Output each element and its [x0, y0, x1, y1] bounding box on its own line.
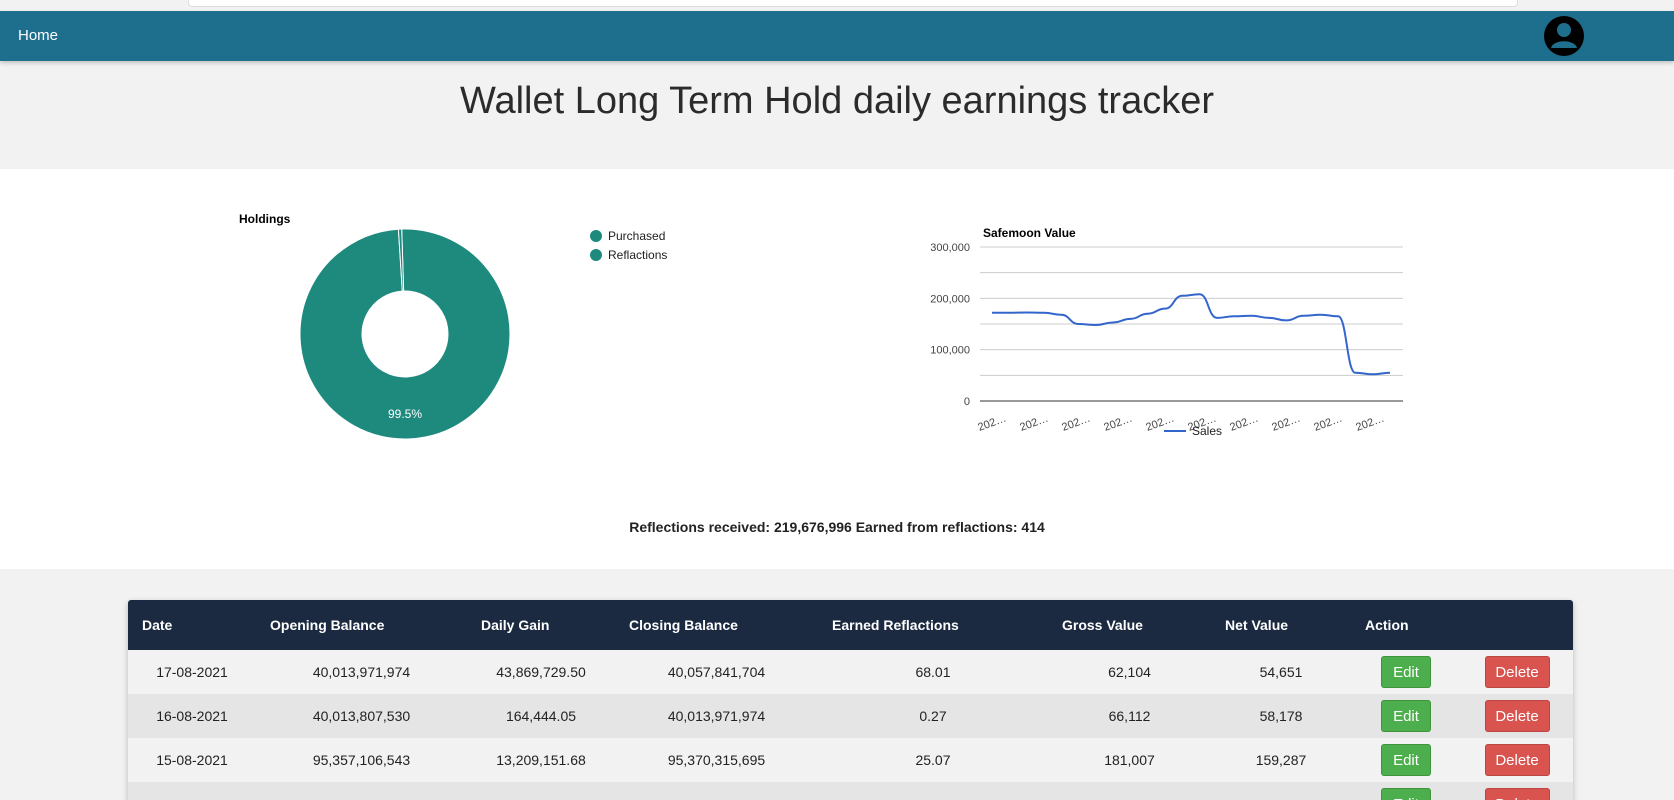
cell-opening-balance: 95,357,106,543 [312, 752, 411, 768]
col-gross-value: Gross Value [1062, 617, 1143, 633]
legend-label: Purchased [608, 228, 666, 243]
cell-date: 16-08-2021 [156, 708, 228, 724]
cell-date: 15-08-2021 [156, 752, 228, 768]
cell-earned-reflactions: 0.27 [919, 708, 947, 724]
cell-edit: Edit [1351, 650, 1461, 694]
cell-closing-balance: 40,013,971,974 [667, 708, 766, 724]
x-tick-label: 202… [1102, 413, 1134, 434]
cell-opening-balance: 40,013,971,974 [312, 664, 411, 680]
legend-label: Reflactions [608, 247, 668, 262]
cell-gross-value: 181,007 [1104, 752, 1155, 768]
cell-earned-reflactions: 25.07 [915, 752, 951, 768]
edit-button[interactable]: Edit [1381, 744, 1431, 776]
cell-edit: Edit [1351, 694, 1461, 738]
nav-home-link[interactable]: Home [18, 11, 58, 61]
cell-earned-reflactions: 68.01 [915, 664, 951, 680]
table-header-row: Date Opening Balance Daily Gain Closing … [128, 600, 1573, 650]
holdings-legend: Purchased Reflactions [590, 226, 667, 264]
delete-button[interactable]: Delete [1484, 788, 1550, 800]
delete-button[interactable]: Delete [1484, 700, 1550, 732]
cell-opening-balance: 40,013,807,530 [312, 708, 411, 724]
delete-button[interactable]: Delete [1484, 656, 1550, 688]
title-section: Wallet Long Term Hold daily earnings tra… [0, 61, 1674, 169]
cell-gross-value: 66,112 [1108, 708, 1151, 724]
cell-net-value: 159,287 [1255, 752, 1307, 768]
cell-net-value: 58,178 [1259, 708, 1303, 724]
holdings-chart-title: Holdings [239, 212, 291, 226]
table-row: 17-08-2021 40,013,971,974 43,869,729.50 … [128, 650, 1573, 694]
cell-edit: Edit [1351, 738, 1461, 782]
col-closing-balance: Closing Balance [629, 617, 738, 633]
table-row: 16-08-2021 40,013,807,530 164,444.05 40,… [128, 694, 1573, 738]
table-row: 15-08-2021 95,357,106,543 13,209,151.68 … [128, 738, 1573, 782]
value-chart-title: Safemoon Value [983, 226, 1076, 240]
col-opening-balance: Opening Balance [270, 617, 385, 633]
cell-closing-balance: 40,057,841,704 [667, 664, 766, 680]
col-earned-reflactions: Earned Reflactions [832, 617, 959, 633]
y-tick-label: 200,000 [930, 293, 970, 305]
reflections-summary: Reflections received: 219,676,996 Earned… [629, 519, 1045, 535]
series-line-sales[interactable] [992, 293, 1391, 376]
edit-button[interactable]: Edit [1381, 788, 1431, 800]
holdings-donut-chart: 99.5% [299, 228, 511, 440]
edit-button[interactable]: Edit [1381, 656, 1431, 688]
legend-dot [590, 248, 602, 261]
legend-dot [590, 229, 602, 242]
col-delete [1461, 600, 1573, 650]
cell-edit: Edit [1351, 782, 1461, 800]
cell-daily-gain: 13,209,151.68 [496, 752, 586, 768]
cell-daily-gain: 164,444.05 [505, 708, 577, 724]
cell-daily-gain: 43,869,729.50 [496, 664, 586, 680]
x-tick-label: 202… [1312, 413, 1344, 434]
x-tick-label: 202… [976, 413, 1008, 434]
donut-slice-label: 99.5% [388, 407, 422, 421]
x-tick-label: 202… [1270, 413, 1302, 434]
table-row-partial: Edit Delete [128, 782, 1573, 800]
value-line-chart: 300,000 200,000 100,000 0 202… 202… 202… 202… 20… [930, 242, 1403, 438]
col-action: Action [1365, 617, 1409, 633]
x-tick-label: 202… [1228, 413, 1260, 434]
browser-strip [0, 0, 1674, 11]
delete-button[interactable]: Delete [1484, 744, 1550, 776]
legend-item-reflactions[interactable]: Reflactions [590, 245, 667, 264]
address-bar[interactable] [188, 0, 1518, 7]
cell-delete: Delete [1461, 738, 1573, 782]
navbar: Home [0, 11, 1674, 61]
y-tick-label: 300,000 [930, 242, 970, 254]
cell-net-value: 54,651 [1259, 664, 1303, 680]
y-tick-label: 0 [964, 396, 970, 408]
cell-delete: Delete [1461, 650, 1573, 694]
charts-panel: Holdings 99.5% Purchased Reflactions Saf… [0, 169, 1674, 569]
edit-button[interactable]: Edit [1381, 700, 1431, 732]
x-tick-label: 202… [1018, 413, 1050, 434]
legend-label-sales: Sales [1192, 424, 1222, 438]
cell-date: 17-08-2021 [156, 664, 228, 680]
x-tick-label: 202… [1060, 413, 1092, 434]
col-date: Date [142, 617, 173, 633]
account-icon[interactable] [1543, 15, 1585, 57]
cell-gross-value: 62,104 [1108, 664, 1151, 680]
legend-item-purchased[interactable]: Purchased [590, 226, 667, 245]
page-title: Wallet Long Term Hold daily earnings tra… [459, 80, 1214, 122]
cell-delete: Delete [1461, 694, 1573, 738]
earnings-table: Date Opening Balance Daily Gain Closing … [128, 600, 1573, 800]
cell-delete: Delete [1461, 782, 1573, 800]
cell-closing-balance: 95,370,315,695 [667, 752, 766, 768]
col-daily-gain: Daily Gain [481, 617, 550, 633]
y-tick-label: 100,000 [930, 345, 970, 357]
x-tick-label: 202… [1354, 413, 1386, 434]
col-net-value: Net Value [1225, 617, 1289, 633]
